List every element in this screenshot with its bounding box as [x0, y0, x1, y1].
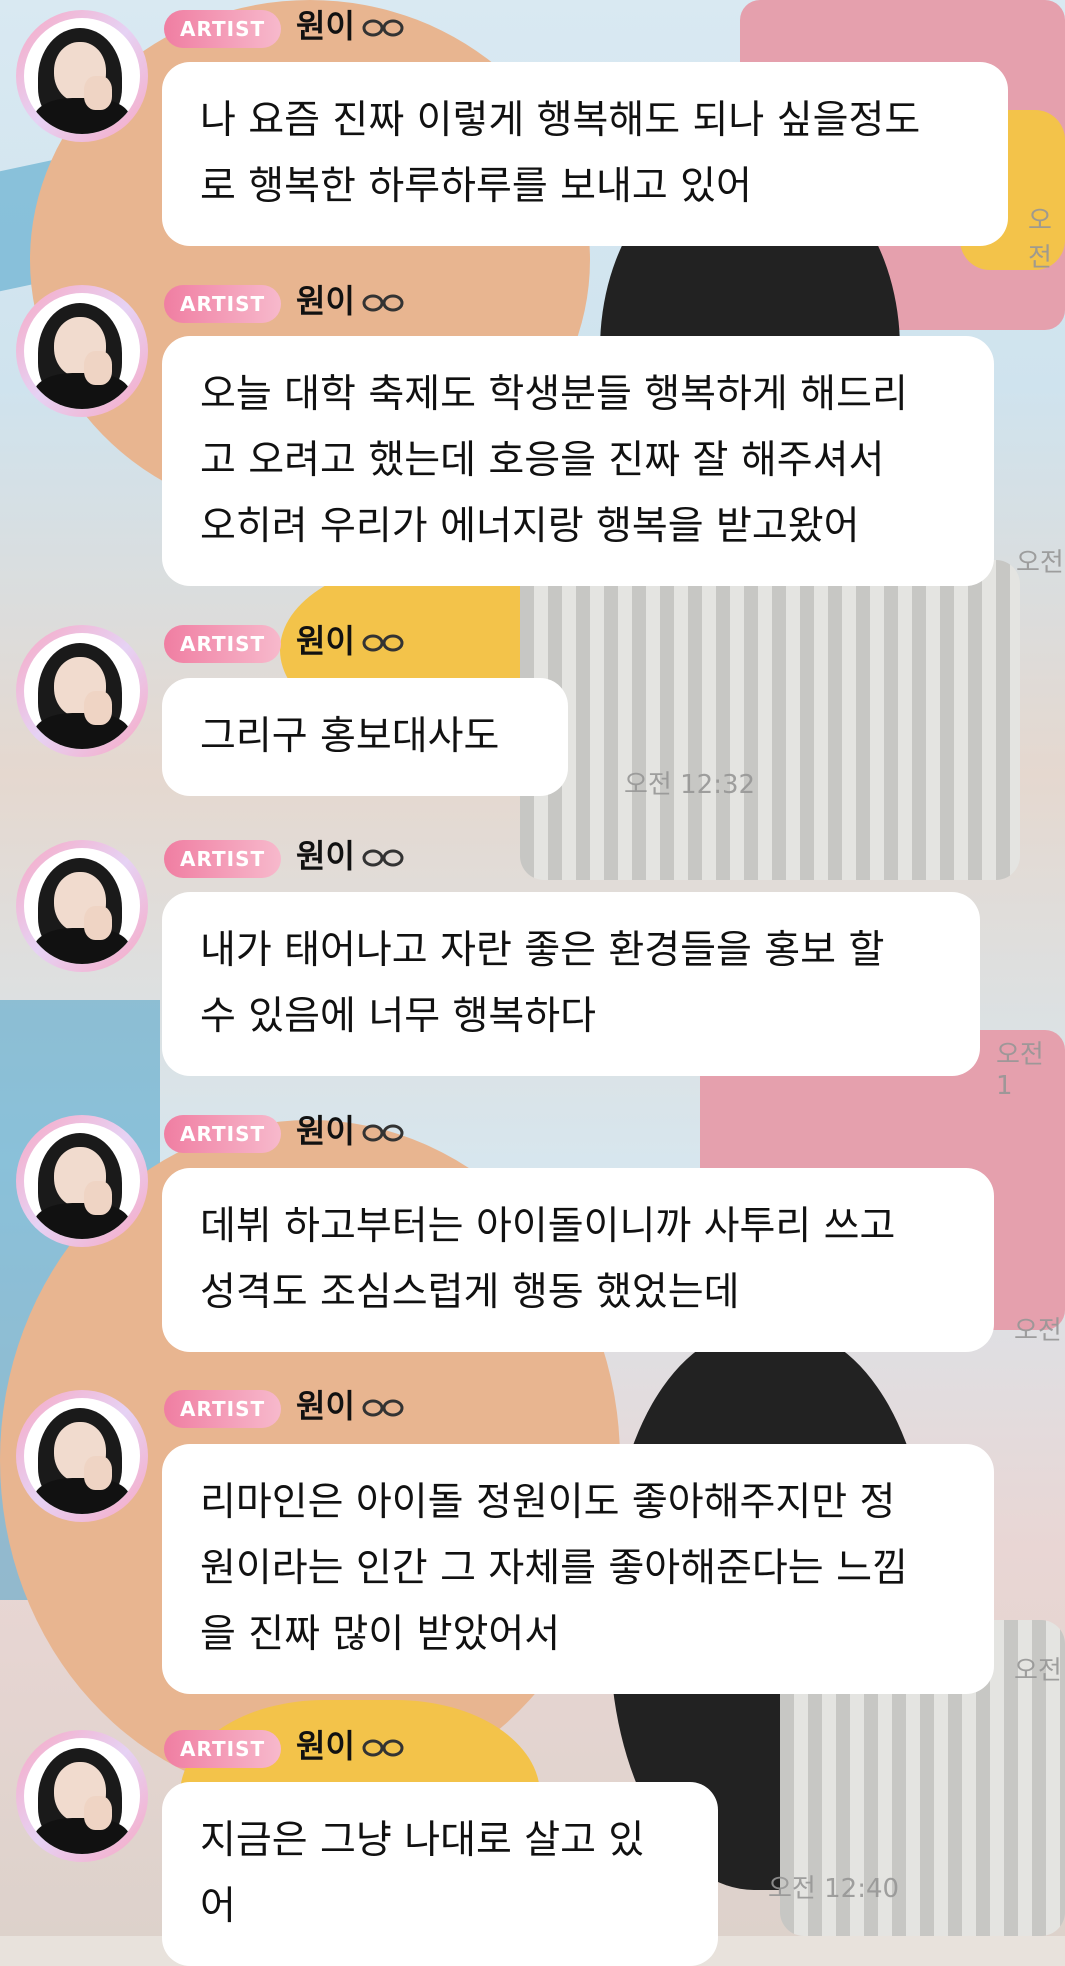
sender-name: 원이 — [296, 1386, 405, 1426]
artist-badge: ARTIST — [164, 840, 282, 878]
infinity-loop-icon — [362, 849, 404, 867]
artist-badge: ARTIST — [164, 1390, 282, 1428]
artist-badge: ARTIST — [164, 625, 282, 663]
artist-badge: ARTIST — [164, 1115, 282, 1153]
message-bubble[interactable]: 내가 태어나고 자란 좋은 환경들을 홍보 할 수 있음에 너무 행복하다 — [162, 892, 980, 1076]
artist-badge: ARTIST — [164, 1730, 282, 1768]
avatar[interactable] — [16, 1115, 148, 1247]
sender-name-text: 원이 — [296, 1727, 355, 1765]
sender-name: 원이 — [296, 621, 405, 661]
message-bubble[interactable]: 데뷔 하고부터는 아이돌이니까 사투리 쓰고 성격도 조심스럽게 행동 했었는데 — [162, 1168, 994, 1352]
sender-name: 원이 — [296, 1111, 405, 1151]
sender-name-text: 원이 — [296, 1112, 355, 1150]
message-timestamp: 오전 — [1014, 1656, 1062, 1686]
infinity-loop-icon — [362, 19, 404, 37]
message-bubble[interactable]: 그리구 홍보대사도 — [162, 678, 568, 796]
sender-name: 원이 — [296, 1726, 405, 1766]
infinity-loop-icon — [362, 1739, 404, 1757]
infinity-loop-icon — [362, 1399, 404, 1417]
avatar[interactable] — [16, 1390, 148, 1522]
avatar[interactable] — [16, 285, 148, 417]
message-timestamp: 오전 — [1014, 1316, 1062, 1346]
infinity-loop-icon — [362, 634, 404, 652]
message-timestamp: 오전 — [1028, 206, 1052, 273]
sender-name-text: 원이 — [296, 622, 355, 660]
message-timestamp: 오전 12:40 — [768, 1874, 900, 1904]
infinity-loop-icon — [362, 1124, 404, 1142]
sender-name-text: 원이 — [296, 7, 355, 45]
message-timestamp: 오전 1 — [996, 1040, 1044, 1101]
message-bubble[interactable]: 지금은 그냥 나대로 살고 있어 — [162, 1782, 718, 1966]
avatar[interactable] — [16, 625, 148, 757]
avatar[interactable] — [16, 10, 148, 142]
message-timestamp: 오전 12:32 — [624, 770, 756, 800]
message-timestamp: 오전 — [1016, 548, 1064, 578]
artist-badge: ARTIST — [164, 285, 282, 323]
sender-name-text: 원이 — [296, 837, 355, 875]
message-bubble[interactable]: 오늘 대학 축제도 학생분들 행복하게 해드리 고 오려고 했는데 호응을 진짜… — [162, 336, 994, 586]
sender-name: 원이 — [296, 836, 405, 876]
infinity-loop-icon — [362, 294, 404, 312]
message-bubble[interactable]: 리마인은 아이돌 정원이도 좋아해주지만 정 원이라는 인간 그 자체를 좋아해… — [162, 1444, 994, 1694]
sender-name: 원이 — [296, 281, 405, 321]
message-bubble[interactable]: 나 요즘 진짜 이렇게 행복해도 되나 싶을정도 로 행복한 하루하루를 보내고… — [162, 62, 1008, 246]
sender-name-text: 원이 — [296, 282, 355, 320]
avatar[interactable] — [16, 1730, 148, 1862]
avatar[interactable] — [16, 840, 148, 972]
artist-badge: ARTIST — [164, 10, 282, 48]
sender-name: 원이 — [296, 6, 405, 46]
sender-name-text: 원이 — [296, 1387, 355, 1425]
